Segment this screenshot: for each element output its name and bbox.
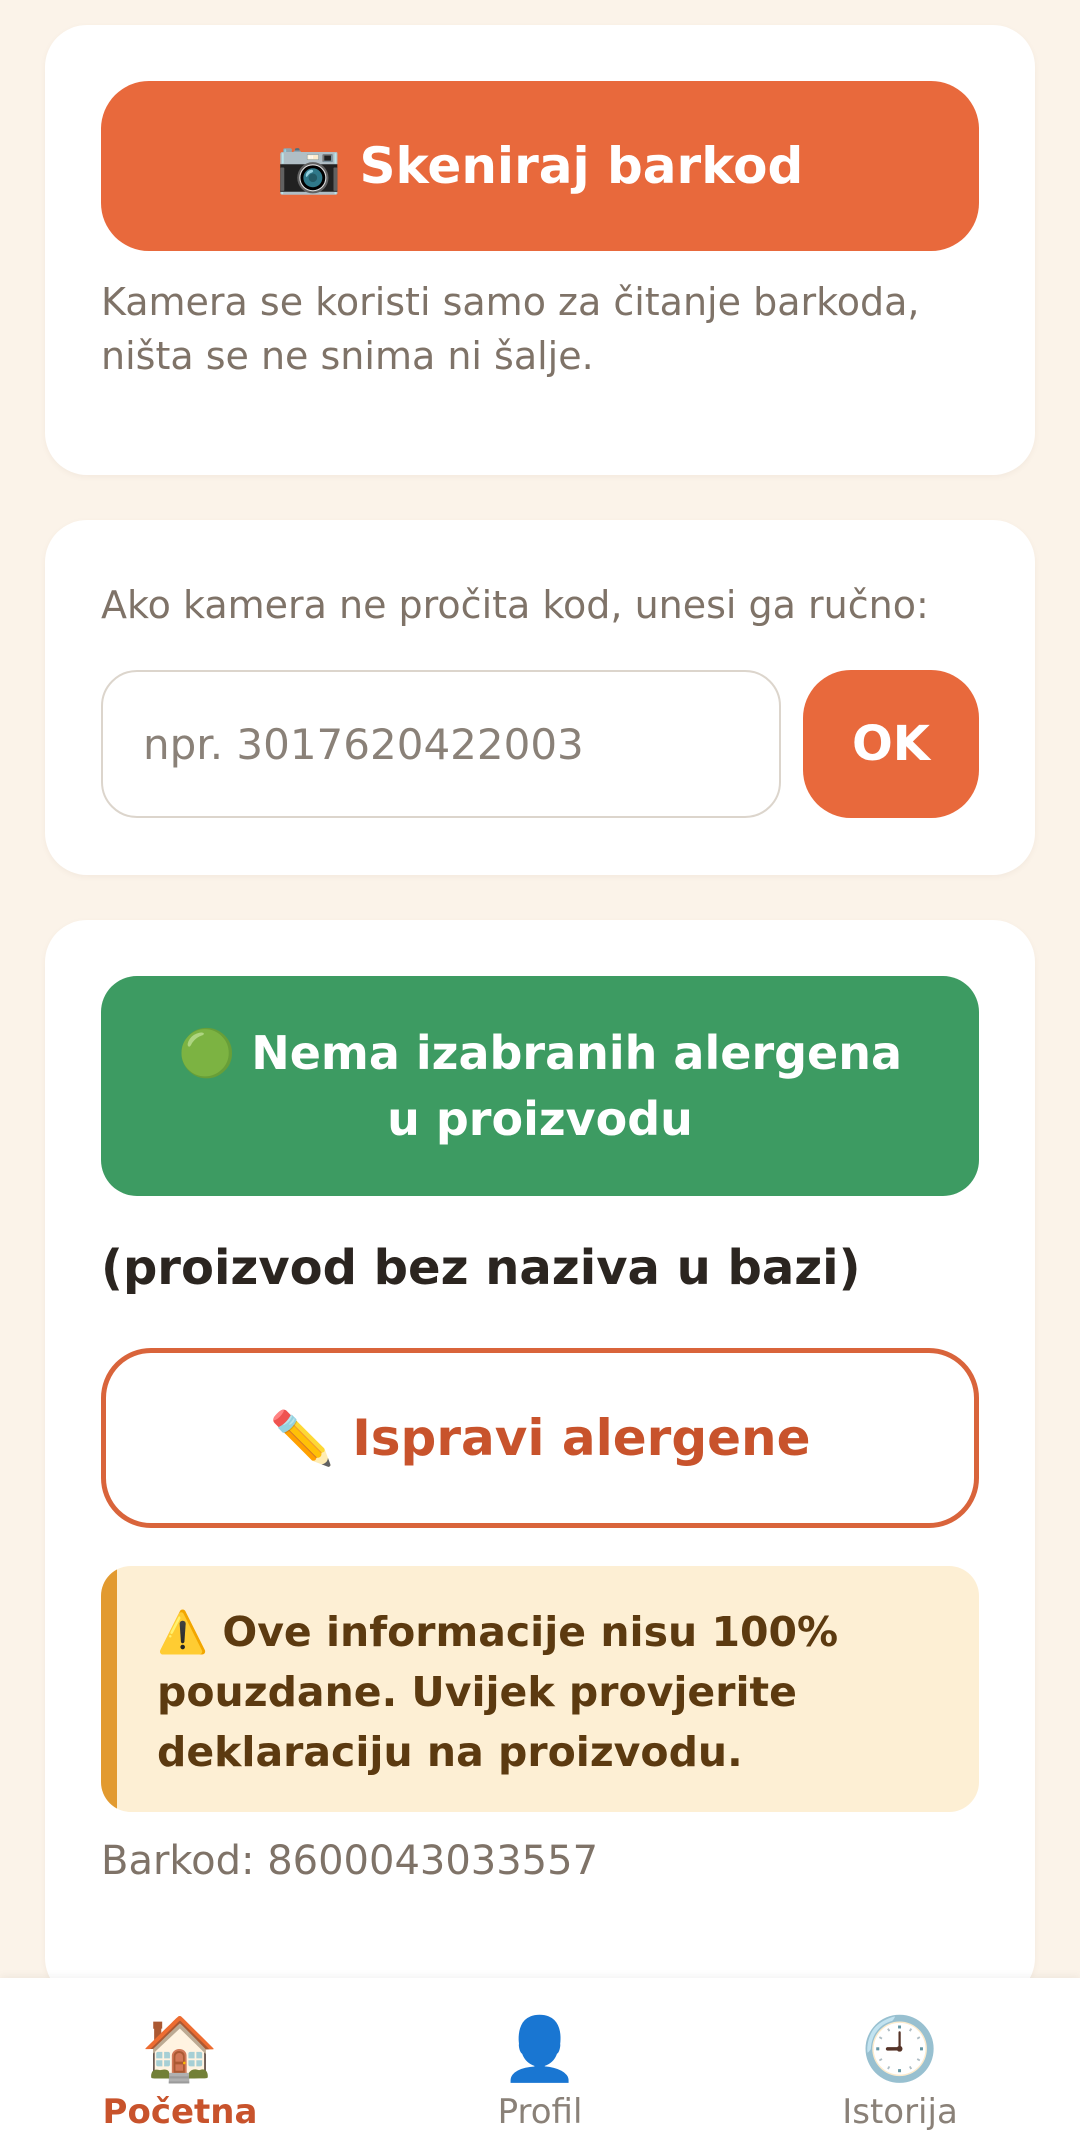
manual-entry-label: Ako kamera ne pročita kod, unesi ga ručn… [101,583,929,627]
house-icon: 🏠 [141,2012,219,2085]
scan-barcode-button[interactable]: 📷 Skeniraj barkod [101,81,979,251]
manual-entry-card: Ako kamera ne pročita kod, unesi ga ručn… [45,520,1035,875]
pencil-icon: ✏️ [269,1408,335,1469]
manual-entry-row: OK [101,670,979,818]
nav-label-home: Početna [102,2092,258,2132]
scan-card: 📷 Skeniraj barkod Kamera se koristi samo… [45,25,1035,475]
nav-item-home[interactable]: 🏠 Početna [0,1978,360,2155]
app-screen: 📷 Skeniraj barkod Kamera se koristi samo… [0,0,1080,2155]
edit-allergens-button[interactable]: ✏️ Ispravi alergene [101,1348,979,1528]
status-message: Nema izabranih alergena u proizvodu [251,1026,903,1146]
scan-barcode-label: Skeniraj barkod [359,137,804,195]
nav-label-profile: Profil [497,2092,583,2132]
nav-label-history: Istorija [842,2092,958,2132]
barcode-input[interactable] [101,670,781,818]
warning-stripe [101,1566,117,1812]
ok-button[interactable]: OK [803,670,979,818]
warning-text: ⚠️ Ove informacije nisu 100% pouzdane. U… [157,1602,943,1782]
green-circle-icon: 🟢 [177,1026,236,1080]
camera-icon: 📷 [276,136,342,197]
bottom-nav: 🏠 Početna 👤 Profil 🕘 Istorija [0,1978,1080,2155]
barcode-value: Barkod: 8600043033557 [101,1838,599,1884]
warning-message: Ove informacije nisu 100% pouzdane. Uvij… [157,1608,839,1776]
warning-icon: ⚠️ [157,1608,209,1656]
nav-item-history[interactable]: 🕘 Istorija [720,1978,1080,2155]
person-icon: 👤 [501,2012,579,2085]
warning-box: ⚠️ Ove informacije nisu 100% pouzdane. U… [101,1566,979,1812]
edit-allergens-label: Ispravi alergene [352,1409,811,1467]
nav-item-profile[interactable]: 👤 Profil [360,1978,720,2155]
status-text: 🟢 Nema izabranih alergena u proizvodu [171,1020,909,1152]
clock-icon: 🕘 [861,2012,939,2085]
result-card: 🟢 Nema izabranih alergena u proizvodu (p… [45,920,1035,2000]
camera-privacy-hint: Kamera se koristi samo za čitanje barkod… [101,280,920,378]
product-name: (proizvod bez naziva u bazi) [101,1240,861,1296]
allergen-status-banner: 🟢 Nema izabranih alergena u proizvodu [101,976,979,1196]
